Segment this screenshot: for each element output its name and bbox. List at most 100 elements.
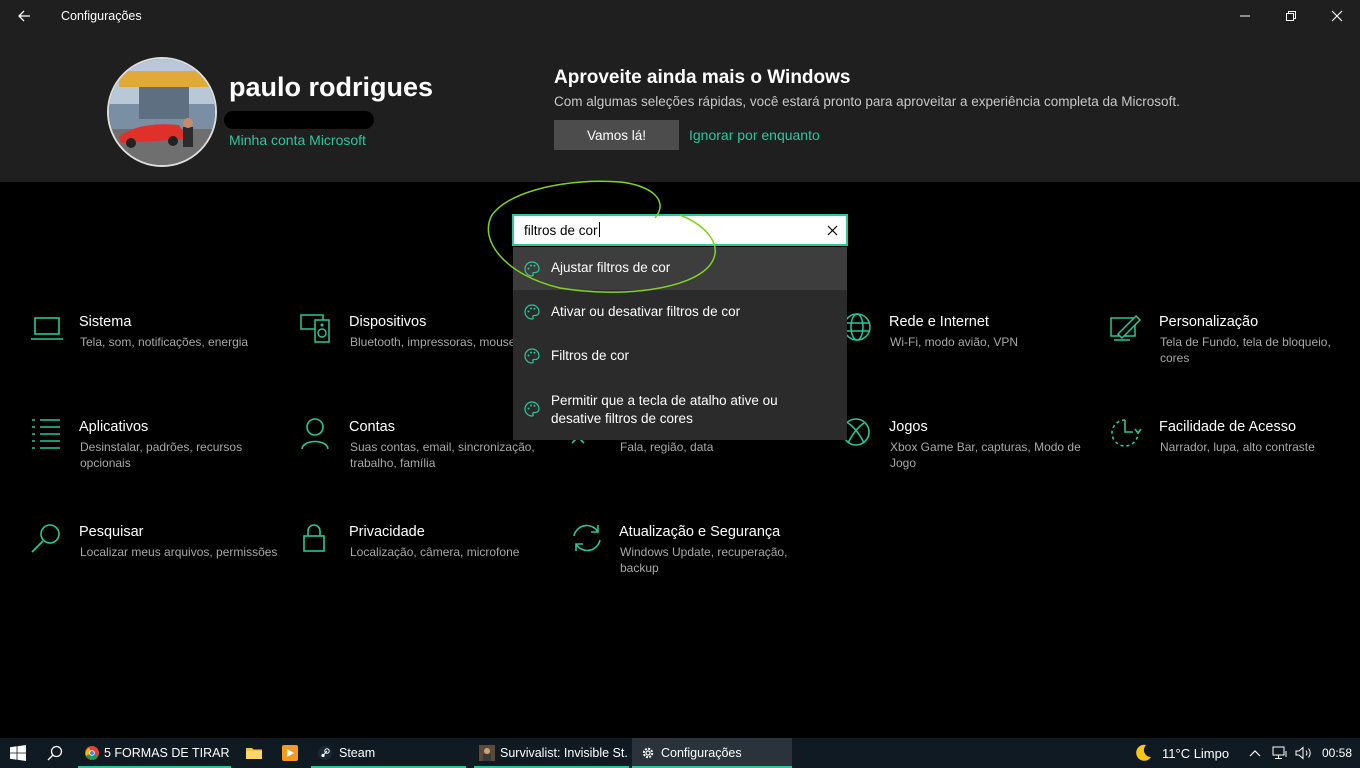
category-jogos[interactable]: Jogos Xbox Game Bar, capturas, Modo de J…: [840, 417, 1100, 487]
category-description: Tela de Fundo, tela de bloqueio, cores: [1160, 335, 1331, 365]
search-suggestions: Ajustar filtros de cor Ativar ou desativ…: [513, 247, 847, 440]
suggestion-item[interactable]: Ajustar filtros de cor: [513, 247, 847, 290]
game-icon: [479, 745, 495, 761]
person-icon: [301, 418, 329, 450]
promo-title: Aproveite ainda mais o Windows: [554, 67, 851, 88]
ease-of-access-icon: [1111, 419, 1142, 447]
palette-icon: [524, 304, 540, 320]
category-aplicativos[interactable]: Aplicativos Desinstalar, padrões, recurs…: [30, 417, 290, 487]
category-description: Windows Update, recuperação, backup: [620, 545, 788, 575]
category-rede-internet[interactable]: Rede e Internet Wi-Fi, modo avião, VPN: [840, 312, 1100, 382]
media-player-button[interactable]: [274, 738, 306, 768]
suggestion-label: Ajustar filtros de cor: [551, 260, 671, 275]
lets-go-button[interactable]: Vamos lá!: [554, 120, 679, 150]
paint-icon: [1110, 314, 1142, 341]
suggestion-item[interactable]: Ativar ou desativar filtros de cor: [513, 290, 847, 334]
windows-icon: [10, 745, 26, 761]
category-description: Narrador, lupa, alto contraste: [1160, 440, 1315, 454]
maximize-button[interactable]: [1268, 0, 1314, 32]
category-sistema[interactable]: Sistema Tela, som, notificações, energia: [30, 312, 290, 382]
category-title: Sistema: [79, 314, 132, 330]
chevron-up-icon: [1249, 750, 1261, 757]
network-button[interactable]: [1269, 738, 1291, 768]
taskbar-task-configuracoes[interactable]: Configurações: [632, 738, 792, 768]
sync-icon: [573, 524, 601, 552]
steam-icon: [318, 746, 332, 760]
taskbar: 5 FORMAS DE TIRAR ... Steam Survivalist:…: [0, 738, 1360, 768]
category-title: Dispositivos: [349, 314, 427, 330]
laptop-icon: [31, 317, 63, 340]
text-caret: [598, 222, 600, 237]
category-description: Localização, câmera, microfone: [350, 545, 520, 559]
weather-text[interactable]: 11°C Limpo: [1162, 746, 1229, 761]
avatar-image: [109, 59, 215, 165]
redacted-email: [224, 111, 374, 129]
category-description: Fala, região, data: [620, 440, 714, 454]
maximize-icon: [1286, 11, 1296, 21]
folder-icon: [246, 748, 262, 759]
palette-icon: [524, 401, 540, 417]
account-header: paulo rodrigues Minha conta Microsoft Ap…: [0, 32, 1360, 182]
devices-icon: [300, 314, 330, 343]
skip-for-now-link[interactable]: Ignorar por enquanto: [689, 127, 820, 143]
category-title: Facilidade de Acesso: [1159, 419, 1297, 435]
close-icon: [1331, 10, 1343, 22]
lock-icon: [303, 524, 325, 552]
minimize-button[interactable]: [1222, 0, 1268, 32]
palette-icon: [524, 348, 540, 364]
category-title: Pesquisar: [79, 524, 144, 540]
category-title: Atualização e Segurança: [619, 524, 781, 540]
category-description: Localizar meus arquivos, permissões: [80, 545, 278, 559]
category-title: Rede e Internet: [889, 314, 989, 330]
category-title: Contas: [349, 419, 395, 435]
user-name: paulo rodrigues: [229, 72, 434, 102]
category-privacidade[interactable]: Privacidade Localização, câmera, microfo…: [300, 522, 560, 592]
avatar[interactable]: [107, 57, 217, 167]
close-button[interactable]: [1314, 0, 1360, 32]
moon-icon: [1136, 744, 1151, 761]
category-description: Suas contas, email, sincronização, traba…: [350, 440, 535, 470]
suggestion-item[interactable]: Permitir que a tecla de atalho ative ou …: [513, 378, 847, 440]
task-label: Configurações: [661, 746, 742, 760]
show-hidden-icons-button[interactable]: [1246, 738, 1264, 768]
arrow-left-icon: [18, 10, 30, 22]
category-facilidade-acesso[interactable]: Facilidade de Acesso Narrador, lupa, alt…: [1110, 417, 1360, 487]
back-button[interactable]: [8, 0, 40, 32]
file-explorer-button[interactable]: [238, 738, 270, 768]
suggestion-label: Permitir que a tecla de atalho ative ou …: [551, 393, 778, 426]
taskbar-task-survivalist[interactable]: Survivalist: Invisible St...: [474, 738, 629, 768]
category-personalizacao[interactable]: Personalização Tela de Fundo, tela de bl…: [1110, 312, 1360, 382]
chrome-icon: [85, 746, 99, 760]
category-title: Aplicativos: [79, 419, 149, 435]
media-player-icon: [282, 745, 298, 761]
network-icon: [1272, 746, 1287, 759]
category-title: Jogos: [889, 419, 928, 435]
minimize-icon: [1240, 15, 1250, 17]
search-icon: [47, 745, 63, 761]
category-atualizacao-seguranca[interactable]: Atualização e Segurança Windows Update, …: [570, 522, 830, 592]
category-description: Xbox Game Bar, capturas, Modo de Jogo: [890, 440, 1081, 470]
speaker-icon: [1295, 746, 1311, 760]
category-description: Wi-Fi, modo avião, VPN: [890, 335, 1019, 349]
search-input-value: filtros de cor: [524, 223, 598, 238]
taskbar-task-chrome[interactable]: 5 FORMAS DE TIRAR ...: [78, 738, 231, 768]
title-bar: Configurações: [0, 0, 1360, 32]
task-label: Steam: [339, 746, 376, 760]
taskbar-task-steam[interactable]: Steam: [311, 738, 466, 768]
window-title: Configurações: [61, 9, 142, 23]
search-icon: [31, 524, 60, 553]
clock-time[interactable]: 00:58: [1322, 746, 1352, 760]
volume-button[interactable]: [1293, 738, 1315, 768]
clear-search-button[interactable]: [824, 222, 840, 238]
weather-widget[interactable]: [1130, 738, 1156, 768]
promo-text: Com algumas seleções rápidas, você estar…: [554, 94, 1180, 109]
category-pesquisar[interactable]: Pesquisar Localizar meus arquivos, permi…: [30, 522, 290, 592]
start-button[interactable]: [0, 738, 36, 768]
suggestion-item[interactable]: Filtros de cor: [513, 334, 847, 378]
settings-search-input[interactable]: filtros de cor: [512, 214, 848, 246]
palette-icon: [524, 261, 540, 277]
microsoft-account-link[interactable]: Minha conta Microsoft: [229, 132, 366, 148]
gear-icon: [642, 747, 654, 759]
suggestion-label: Filtros de cor: [551, 348, 630, 363]
taskbar-search-button[interactable]: [38, 738, 72, 768]
